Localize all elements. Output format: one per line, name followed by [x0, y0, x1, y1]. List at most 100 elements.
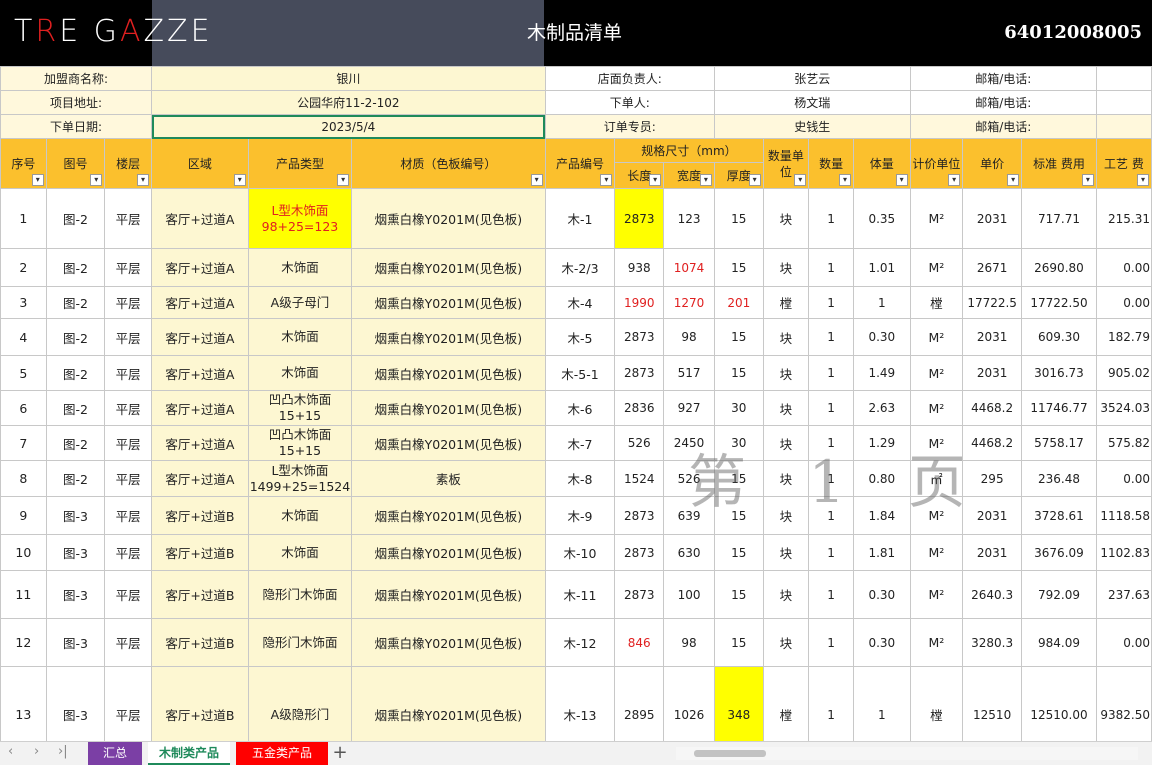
cell-volume[interactable]: 0.30 — [852, 618, 911, 667]
cell-material[interactable]: 烟熏白橡Y0201M(见色板) — [351, 355, 546, 391]
cell-product-type[interactable]: L型木饰面 98+25=123 — [247, 188, 353, 249]
cell-calc-unit[interactable]: M² — [909, 355, 964, 391]
cell-drawing[interactable]: 图-3 — [45, 496, 106, 535]
cell-volume[interactable]: 0.30 — [852, 318, 911, 356]
cell-material[interactable]: 烟熏白橡Y0201M(见色板) — [351, 570, 546, 619]
cell-thickness[interactable]: 15 — [713, 534, 764, 571]
cell-thickness[interactable]: 30 — [713, 390, 764, 426]
cell-unit-price[interactable]: 295 — [962, 460, 1023, 497]
cell-seq[interactable]: 10 — [0, 534, 47, 571]
cell-length[interactable]: 2873 — [614, 188, 665, 249]
cell-calc-unit[interactable]: 樘 — [909, 286, 964, 319]
cell-area[interactable]: 客厅+过道A — [151, 318, 249, 356]
cell-product-type[interactable]: 隐形门木饰面 — [247, 618, 353, 667]
cell-drawing[interactable]: 图-2 — [45, 355, 106, 391]
col-qty-unit[interactable]: 数量单位 ▾ — [762, 138, 810, 189]
cell-seq[interactable]: 1 — [0, 188, 47, 249]
cell-drawing[interactable]: 图-3 — [45, 618, 106, 667]
cell-width[interactable]: 630 — [663, 534, 715, 571]
cell-floor[interactable]: 平层 — [104, 570, 153, 619]
cell-material[interactable]: 烟熏白橡Y0201M(见色板) — [351, 618, 546, 667]
cell-qty[interactable]: 1 — [808, 286, 854, 319]
col-material[interactable]: 材质（色板编号） ▾ — [351, 138, 546, 189]
cell-craft-fee[interactable]: 905.02 — [1095, 355, 1152, 391]
cell-length[interactable]: 938 — [614, 248, 665, 287]
scrollbar-thumb[interactable] — [694, 750, 766, 757]
cell-material[interactable]: 烟熏白橡Y0201M(见色板) — [351, 496, 546, 535]
cell-qty-unit[interactable]: 樘 — [762, 286, 810, 319]
next-sheet-icon[interactable]: › — [34, 744, 39, 759]
cell-product-no[interactable]: 木-5 — [544, 318, 616, 356]
cell-craft-fee[interactable]: 1118.58 — [1095, 496, 1152, 535]
cell-product-no[interactable]: 木-10 — [544, 534, 616, 571]
cell-drawing[interactable]: 图-2 — [45, 188, 106, 249]
cell-floor[interactable]: 平层 — [104, 618, 153, 667]
filter-icon[interactable]: ▾ — [530, 174, 543, 186]
cell-volume[interactable]: 1.49 — [852, 355, 911, 391]
cell-width[interactable]: 639 — [663, 496, 715, 535]
cell-seq[interactable]: 3 — [0, 286, 47, 319]
cell-volume[interactable]: 1 — [852, 286, 911, 319]
cell-floor[interactable]: 平层 — [104, 318, 153, 356]
cell-drawing[interactable]: 图-2 — [45, 318, 106, 356]
cell-qty-unit[interactable]: 块 — [762, 534, 810, 571]
cell-unit-price[interactable]: 4468.2 — [962, 425, 1023, 461]
cell-product-no[interactable]: 木-2/3 — [544, 248, 616, 287]
cell-drawing[interactable]: 图-3 — [45, 570, 106, 619]
filter-icon[interactable]: ▾ — [1137, 174, 1149, 186]
cell-seq[interactable]: 11 — [0, 570, 47, 619]
cell-length[interactable]: 2836 — [614, 390, 665, 426]
cell-calc-unit[interactable]: M² — [909, 496, 964, 535]
cell-width[interactable]: 1074 — [663, 248, 715, 287]
cell-craft-fee[interactable]: 215.31 — [1095, 188, 1152, 249]
cell-drawing[interactable]: 图-2 — [45, 460, 106, 497]
cell-floor[interactable]: 平层 — [104, 534, 153, 571]
cell-thickness[interactable]: 15 — [713, 460, 764, 497]
cell-length[interactable]: 2873 — [614, 534, 665, 571]
cell-qty[interactable]: 1 — [808, 425, 854, 461]
filter-icon[interactable]: ▾ — [748, 174, 761, 186]
cell-craft-fee[interactable]: 182.79 — [1095, 318, 1152, 356]
cell-volume[interactable]: 2.63 — [852, 390, 911, 426]
cell-product-no[interactable]: 木-7 — [544, 425, 616, 461]
cell-craft-fee[interactable]: 1102.83 — [1095, 534, 1152, 571]
cell-qty-unit[interactable]: 块 — [762, 618, 810, 667]
filter-icon[interactable]: ▾ — [838, 174, 851, 186]
filter-icon[interactable]: ▾ — [794, 174, 807, 186]
add-sheet-button[interactable]: + — [332, 742, 348, 765]
cell-length[interactable]: 1990 — [614, 286, 665, 319]
store-manager-value[interactable]: 张艺云 — [713, 66, 911, 91]
cell-product-type[interactable]: 木饰面 — [247, 496, 353, 535]
cell-drawing[interactable]: 图-2 — [45, 248, 106, 287]
cell-area[interactable]: 客厅+过道A — [151, 390, 249, 426]
cell-thickness[interactable]: 15 — [713, 248, 764, 287]
cell-unit-price[interactable]: 2031 — [962, 355, 1023, 391]
cell-length[interactable]: 2873 — [614, 570, 665, 619]
cell-std-fee[interactable]: 984.09 — [1021, 618, 1097, 667]
cell-width[interactable]: 517 — [663, 355, 715, 391]
cell-length[interactable]: 2873 — [614, 318, 665, 356]
filter-icon[interactable]: ▾ — [233, 174, 246, 186]
cell-qty-unit[interactable]: 块 — [762, 425, 810, 461]
cell-width[interactable]: 2450 — [663, 425, 715, 461]
cell-volume[interactable]: 1.84 — [852, 496, 911, 535]
filter-icon[interactable]: ▾ — [649, 174, 662, 186]
cell-unit-price[interactable]: 2031 — [962, 188, 1023, 249]
cell-length[interactable]: 2873 — [614, 355, 665, 391]
cell-material[interactable]: 烟熏白橡Y0201M(见色板) — [351, 286, 546, 319]
col-volume[interactable]: 体量 ▾ — [852, 138, 911, 189]
cell-area[interactable]: 客厅+过道A — [151, 286, 249, 319]
cell-seq[interactable]: 7 — [0, 425, 47, 461]
cell-craft-fee[interactable]: 0.00 — [1095, 460, 1152, 497]
cell-product-type[interactable]: 木饰面 — [247, 248, 353, 287]
cell-material[interactable]: 素板 — [351, 460, 546, 497]
cell-craft-fee[interactable]: 0.00 — [1095, 248, 1152, 287]
cell-qty[interactable]: 1 — [808, 570, 854, 619]
filter-icon[interactable]: ▾ — [895, 174, 908, 186]
cell-length[interactable]: 1524 — [614, 460, 665, 497]
prev-sheet-icon[interactable]: ‹ — [8, 744, 13, 759]
cell-material[interactable]: 烟熏白橡Y0201M(见色板) — [351, 188, 546, 249]
cell-qty[interactable]: 1 — [808, 534, 854, 571]
cell-std-fee[interactable]: 3676.09 — [1021, 534, 1097, 571]
filter-icon[interactable]: ▾ — [137, 174, 150, 186]
